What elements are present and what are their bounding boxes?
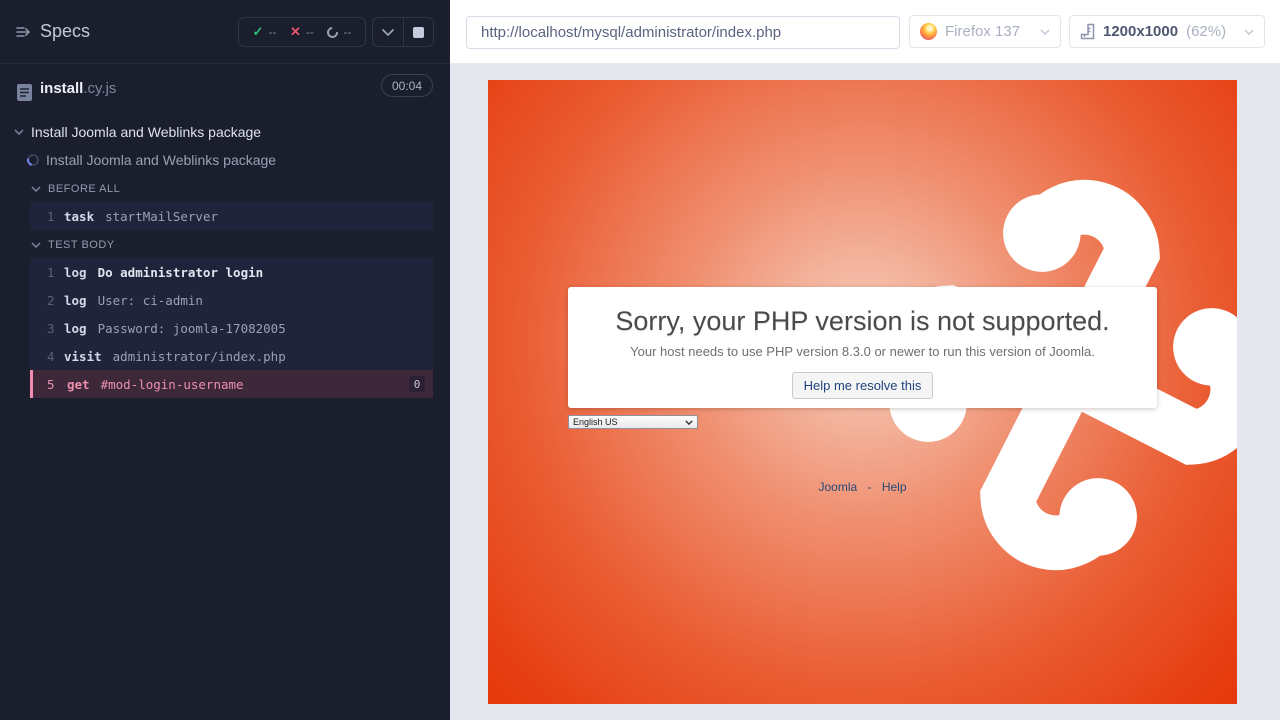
viewport-size-selector[interactable]: 1200x1000 (62%)	[1069, 15, 1265, 48]
spec-name: install.cy.js	[40, 80, 116, 97]
cypress-reporter-sidebar: Specs ✓ -- ✕ -- --	[0, 0, 450, 720]
command-name: log	[64, 293, 87, 308]
command-name: visit	[64, 349, 102, 364]
browser-selector[interactable]: Firefox 137	[909, 15, 1061, 48]
failed-count: --	[306, 25, 314, 39]
spec-file-icon	[16, 83, 33, 107]
command-name: log	[64, 321, 87, 336]
command-number: 1	[30, 209, 64, 224]
suite-title: Install Joomla and Weblinks package	[31, 124, 261, 140]
running-count: --	[343, 25, 351, 39]
run-controls	[372, 17, 434, 47]
x-icon: ✕	[290, 24, 301, 40]
running-icon	[325, 24, 340, 39]
stat-running: --	[327, 25, 351, 39]
test-tree: Install Joomla and Weblinks package Inst…	[0, 118, 450, 398]
collapse-all-button[interactable]	[373, 18, 403, 46]
viewport-zoom: (62%)	[1186, 23, 1226, 40]
language-select[interactable]: English US	[568, 415, 698, 429]
error-subtitle: Your host needs to use PHP version 8.3.0…	[568, 344, 1157, 359]
command-message: #mod-login-username	[101, 377, 244, 392]
command-number: 2	[30, 293, 64, 308]
chevron-down-icon	[31, 242, 41, 248]
browser-url-bar: Firefox 137 1200x1000 (62%)	[450, 0, 1280, 64]
stop-icon	[413, 27, 424, 38]
chevron-down-icon	[1040, 29, 1050, 35]
command-number: 4	[30, 349, 64, 364]
command-message: administrator/index.php	[113, 349, 286, 364]
url-input[interactable]	[466, 16, 900, 49]
command-message: Password: joomla-17082005	[98, 321, 286, 336]
test-running-spinner-icon	[25, 152, 41, 168]
section-toggle[interactable]: BEFORE ALL	[0, 174, 450, 202]
command-row[interactable]: 3log Password: joomla-17082005	[30, 314, 433, 342]
command-section: TEST BODY1logDo administrator login2logU…	[0, 230, 450, 398]
check-icon: ✓	[253, 24, 264, 40]
stop-button[interactable]	[403, 18, 434, 46]
command-name: log	[64, 265, 87, 280]
suite-row[interactable]: Install Joomla and Weblinks package	[0, 118, 450, 146]
command-number: 3	[30, 321, 64, 336]
aut-stage: Firefox 137 1200x1000 (62%)	[450, 0, 1280, 720]
footer-separator: -	[868, 480, 872, 494]
chevron-down-icon	[14, 129, 24, 135]
command-sections: BEFORE ALL1taskstartMailServerTEST BODY1…	[0, 174, 450, 398]
chevron-down-icon	[1244, 29, 1254, 35]
command-row[interactable]: 2log User: ci-admin	[30, 286, 433, 314]
specs-title: Specs	[40, 21, 90, 42]
chevron-down-icon	[685, 420, 693, 425]
command-number: 1	[30, 265, 64, 280]
section-label: TEST BODY	[48, 239, 115, 251]
help-resolve-button[interactable]: Help me resolve this	[792, 372, 934, 399]
spec-name-ext: .cy.js	[83, 80, 116, 97]
command-row[interactable]: 1task startMailServer	[30, 202, 433, 230]
spec-name-base: install	[40, 80, 83, 97]
help-link[interactable]: Help	[882, 480, 907, 494]
stat-passed: ✓ --	[253, 24, 277, 40]
ruler-icon	[1080, 23, 1095, 40]
specs-menu-icon[interactable]	[15, 24, 33, 45]
spec-row[interactable]: install.cy.js 00:04	[0, 64, 450, 112]
command-badge: 0	[409, 376, 425, 392]
command-name: get	[67, 377, 90, 392]
command-row[interactable]: 4visit administrator/index.php	[30, 342, 433, 370]
reporter-header: Specs ✓ -- ✕ -- --	[0, 0, 450, 64]
aut-footer: Joomla - Help	[488, 480, 1237, 494]
command-section: BEFORE ALL 1task startMailServer	[0, 174, 450, 230]
command-message: startMailServer	[105, 209, 218, 224]
command-number: 5	[33, 377, 67, 392]
command-message: Do administrator login	[98, 265, 264, 280]
browser-name: Firefox 137	[945, 23, 1020, 40]
aut-viewport: Sorry, your PHP version is not supported…	[488, 80, 1237, 704]
language-selected-value: English US	[573, 417, 618, 427]
section-toggle[interactable]: TEST BODY	[0, 230, 450, 258]
php-error-card: Sorry, your PHP version is not supported…	[568, 287, 1157, 408]
viewport-size: 1200x1000	[1103, 23, 1178, 40]
stat-failed: ✕ --	[290, 24, 314, 40]
spec-duration-badge: 00:04	[381, 74, 433, 97]
command-row[interactable]: 5get #mod-login-username 0	[30, 370, 433, 398]
command-row[interactable]: 1log Do administrator login	[30, 258, 433, 286]
test-title: Install Joomla and Weblinks package	[46, 152, 276, 168]
test-stats: ✓ -- ✕ -- --	[238, 17, 366, 47]
chevron-down-icon	[31, 186, 41, 192]
command-message: User: ci-admin	[98, 293, 203, 308]
error-title: Sorry, your PHP version is not supported…	[568, 306, 1157, 337]
test-row[interactable]: Install Joomla and Weblinks package	[0, 146, 450, 174]
section-label: BEFORE ALL	[48, 183, 120, 195]
joomla-link[interactable]: Joomla	[818, 480, 857, 494]
firefox-icon	[920, 23, 937, 40]
passed-count: --	[268, 25, 276, 39]
command-name: task	[64, 209, 94, 224]
